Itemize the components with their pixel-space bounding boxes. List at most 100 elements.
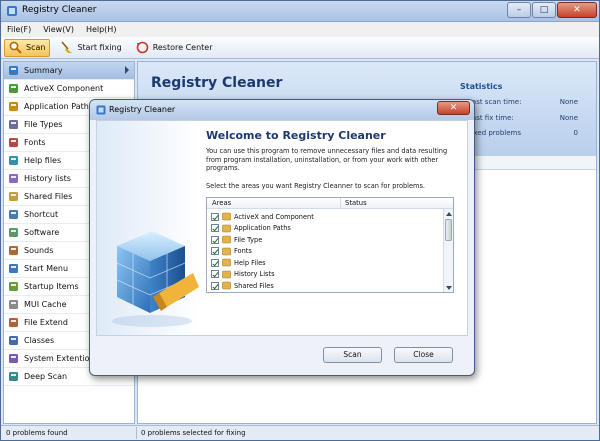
maximize-button[interactable]: □ [532, 2, 556, 18]
area-icon [222, 281, 231, 290]
sidebar-item-label: ActiveX Component [24, 84, 104, 93]
area-checkbox[interactable] [211, 224, 219, 232]
scan-area-row[interactable]: Application Paths [211, 223, 441, 234]
area-checkbox[interactable] [211, 270, 219, 278]
stat-value: 0 [573, 129, 578, 137]
summary-icon [9, 66, 18, 75]
stat-value: None [559, 98, 578, 106]
menu-help[interactable]: Help(H) [86, 25, 117, 34]
area-checkbox[interactable] [211, 281, 219, 290]
menu-bar: File(F) View(V) Help(H) [1, 22, 599, 37]
startup-icon [9, 282, 18, 291]
area-checkbox[interactable] [211, 235, 219, 244]
help-files-icon [9, 156, 18, 165]
statistics-title: Statistics [460, 82, 503, 91]
sidebar-item-label: Classes [24, 336, 55, 345]
sidebar-item-label: Deep Scan [24, 372, 68, 381]
dialog-description: You can use this program to remove unnec… [206, 147, 448, 173]
dialog-scan-button[interactable]: Scan [323, 347, 382, 363]
welcome-dialog: Registry Cleaner ✕ Welcome to Registry C… [89, 99, 475, 376]
scan-area-row[interactable]: Shared Files [211, 280, 441, 291]
status-problems-selected: 0 problems selected for fixing [141, 429, 246, 437]
menu-file[interactable]: File(F) [7, 25, 31, 34]
scan-button[interactable]: Scan [4, 38, 51, 57]
list-scrollbar[interactable] [443, 209, 453, 292]
area-label: Shared Files [234, 281, 274, 290]
file-extend-icon [9, 318, 18, 327]
scan-area-row[interactable]: Help Files [211, 257, 441, 268]
dialog-title: Registry Cleaner [109, 105, 176, 114]
sidebar-item[interactable]: Summary [4, 62, 134, 80]
scan-label: Scan [26, 43, 46, 52]
sidebar-item-label: Shared Files [24, 192, 73, 201]
deep-scan-icon [9, 372, 18, 381]
menu-view[interactable]: View(V) [43, 25, 74, 34]
cube-broom-illustration [112, 231, 199, 327]
start-fixing-label: Start fixing [77, 43, 122, 52]
area-icon [222, 270, 231, 278]
scroll-thumb[interactable] [445, 219, 452, 241]
area-checkbox[interactable] [211, 258, 219, 267]
area-label: ActiveX and Component [234, 212, 314, 221]
dialog-title-bar[interactable]: Registry Cleaner ✕ [90, 100, 474, 120]
close-icon: ✕ [573, 5, 581, 15]
sidebar-item-label: Application Paths [24, 102, 93, 111]
stat-fixed-problems: Fixed problems 0 [468, 129, 578, 137]
sidebar-item-label: Fonts [24, 138, 46, 147]
sidebar-item-label: Shortcut [24, 210, 59, 219]
window-title: Registry Cleaner [22, 5, 97, 15]
dialog-content: Welcome to Registry Cleaner You can use … [96, 120, 468, 336]
magnifier-icon [9, 41, 22, 54]
toolbar: Scan Start fixing Restore Center [1, 37, 599, 59]
area-icon [222, 258, 231, 267]
sidebar-item[interactable]: ActiveX Component [4, 80, 134, 98]
dialog-prompt: Select the areas you want Registry Clean… [206, 182, 426, 190]
area-checkbox[interactable] [211, 212, 219, 221]
area-label: Fonts [234, 247, 252, 255]
area-icon [222, 235, 231, 244]
shared-files-icon [9, 192, 18, 201]
software-icon [9, 228, 18, 237]
area-icon [222, 224, 231, 232]
activex-icon [9, 84, 18, 93]
classes-icon [9, 336, 18, 345]
area-label: Help Files [234, 258, 266, 267]
area-checkbox[interactable] [211, 247, 219, 255]
sidebar-item-label: Start Menu [24, 264, 69, 273]
status-bar: 0 problems found 0 problems selected for… [1, 425, 599, 440]
stat-value: None [559, 114, 578, 122]
window-controls: – □ ✕ [506, 2, 597, 18]
column-status[interactable]: Status [345, 199, 367, 207]
scan-area-row[interactable]: File Type [211, 234, 441, 245]
scan-area-row[interactable]: Fonts [211, 246, 441, 257]
start-fixing-button[interactable]: Start fixing [56, 39, 125, 57]
maximize-icon: □ [539, 5, 549, 15]
system-ext-icon [9, 354, 18, 363]
scroll-down-icon[interactable] [446, 286, 452, 290]
dialog-app-icon [96, 105, 106, 115]
stat-last-scan: Last scan time: None [468, 98, 578, 106]
sidebar-item-label: Software [24, 228, 60, 237]
dialog-close-button[interactable]: ✕ [437, 101, 470, 115]
scroll-up-icon[interactable] [446, 212, 452, 216]
area-label: History Lists [234, 270, 275, 278]
sidebar-item-label: MUI Cache [24, 300, 67, 309]
restore-icon [136, 41, 148, 54]
close-window-button[interactable]: ✕ [557, 2, 597, 18]
app-icon [7, 6, 17, 16]
dialog-close-text-button[interactable]: Close [394, 347, 453, 363]
column-divider [340, 198, 341, 209]
scan-area-row[interactable]: History Lists [211, 269, 441, 280]
mui-cache-icon [9, 300, 18, 309]
sidebar-item-label: Sounds [24, 246, 54, 255]
sidebar-item-label: System Extentions [24, 354, 99, 363]
close-icon: ✕ [449, 103, 458, 113]
restore-center-button[interactable]: Restore Center [132, 39, 217, 57]
title-bar[interactable]: Registry Cleaner – □ ✕ [1, 1, 599, 22]
scan-area-row[interactable]: ActiveX and Component [211, 211, 441, 222]
minimize-button[interactable]: – [507, 2, 531, 18]
stat-label: Fixed problems [468, 129, 521, 137]
sidebar-item-label: File Extend [24, 318, 68, 327]
sounds-icon [9, 246, 18, 255]
column-areas[interactable]: Areas [212, 199, 231, 207]
